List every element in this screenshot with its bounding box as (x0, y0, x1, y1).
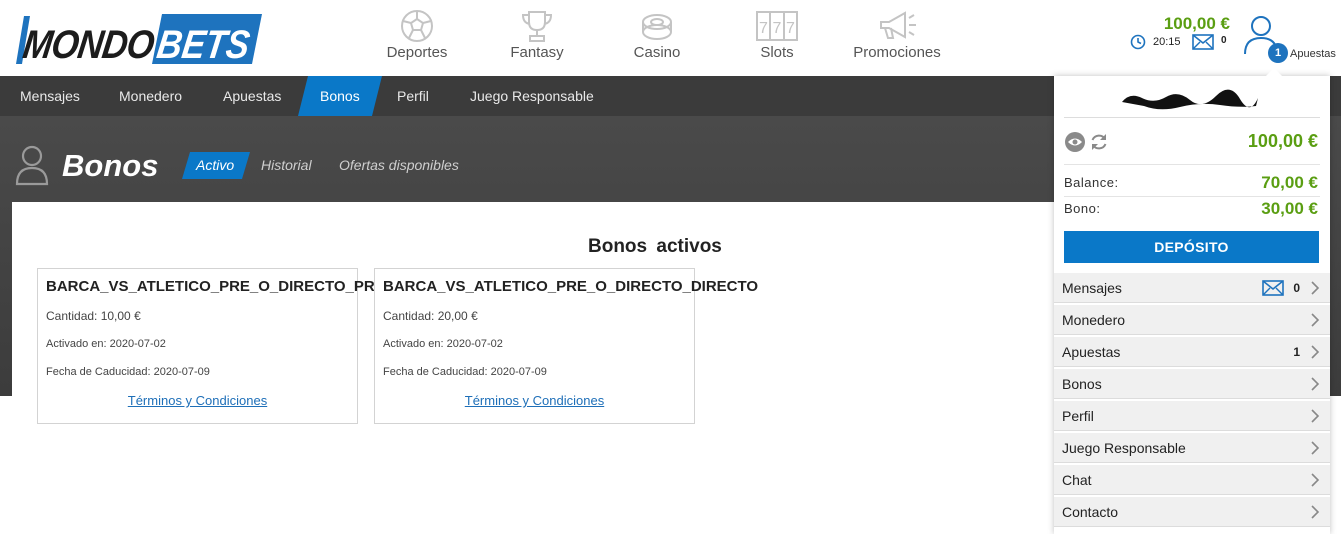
nav-casino-label: Casino (633, 44, 681, 61)
terms-link[interactable]: Términos y Condiciones (375, 393, 694, 408)
nav-fantasy-label: Fantasy (510, 44, 564, 61)
clock-icon (1130, 34, 1146, 50)
menu-item-count: 1 (1293, 345, 1300, 359)
messages-count: 0 (1221, 35, 1227, 46)
svg-text:MONDO: MONDO (20, 22, 157, 66)
subnav-mensajes[interactable]: Mensajes (20, 76, 80, 116)
tab-ofertas-disponibles[interactable]: Ofertas disponibles (339, 157, 459, 173)
subnav-juego-responsable[interactable]: Juego Responsable (470, 76, 594, 116)
menu-item-label: Contacto (1062, 504, 1119, 520)
nav-promociones-label: Promociones (853, 44, 941, 61)
dropdown-caret (1265, 68, 1283, 77)
bonus-expiry-date: Fecha de Caducidad: 2020-07-09 (383, 366, 547, 378)
chevron-right-icon (1311, 313, 1320, 327)
nav-deportes-label: Deportes (386, 44, 448, 61)
chevron-right-icon (1311, 473, 1320, 487)
balance-label: Balance: (1064, 175, 1119, 190)
nav-promociones[interactable]: Promociones (850, 8, 944, 70)
menu-item-contacto[interactable]: Contacto (1054, 496, 1330, 527)
subnav-perfil[interactable]: Perfil (397, 76, 429, 116)
eye-icon[interactable] (1064, 132, 1086, 152)
chevron-right-icon (1311, 441, 1320, 455)
menu-item-apuestas[interactable]: Apuestas 1 (1054, 336, 1330, 367)
user-icon (15, 145, 49, 186)
header-balance[interactable]: 100,00 € (1150, 14, 1230, 34)
tab-activo[interactable]: Activo (196, 157, 234, 173)
bonus-card: BARCA_VS_ATLETICO_PRE_O_DIRECTO_PRE Cant… (37, 268, 385, 424)
divider (1064, 196, 1320, 197)
chevron-right-icon (1311, 377, 1320, 391)
bonus-activated-date: Activado en: 2020-07-02 (46, 338, 166, 350)
menu-item-label: Juego Responsable (1062, 440, 1186, 456)
bonus-amount: Cantidad: 20,00 € (383, 309, 478, 323)
menu-item-bonos[interactable]: Bonos (1054, 368, 1330, 399)
menu-item-label: Mensajes (1062, 280, 1122, 296)
trophy-icon (521, 11, 553, 42)
mondobets-logo[interactable]: MONDO BETS (12, 12, 264, 66)
menu-item-monedero[interactable]: Monedero (1054, 304, 1330, 335)
bonus-name: BARCA_VS_ATLETICO_PRE_O_DIRECTO_DIRECTO (383, 278, 759, 295)
menu-item-mensajes[interactable]: Mensajes 0 (1054, 272, 1330, 303)
mail-icon[interactable] (1192, 34, 1214, 50)
mail-icon (1262, 280, 1284, 296)
clock-time: 20:15 (1153, 36, 1181, 48)
menu-item-label: Apuestas (1062, 344, 1121, 360)
chevron-right-icon (1311, 345, 1320, 359)
menu-item-juego-responsable[interactable]: Juego Responsable (1054, 432, 1330, 463)
divider (1064, 164, 1320, 165)
menu-item-label: Perfil (1062, 408, 1094, 424)
subnav-monedero[interactable]: Monedero (119, 76, 182, 116)
nav-fantasy[interactable]: Fantasy (504, 8, 570, 70)
bets-count-badge: 1 (1268, 43, 1288, 63)
balance-value: 70,00 € (1261, 173, 1318, 192)
svg-text:7: 7 (773, 20, 782, 37)
menu-item-count: 0 (1293, 281, 1300, 295)
nav-casino[interactable]: Casino (628, 8, 686, 70)
nav-deportes[interactable]: Deportes (380, 8, 454, 70)
subnav-bonos[interactable]: Bonos (320, 76, 360, 116)
slot-777-icon: 7 7 7 (756, 11, 798, 41)
section-title: Bonos activos (588, 236, 722, 257)
divider (1064, 117, 1320, 118)
svg-text:7: 7 (786, 20, 795, 37)
terms-link[interactable]: Términos y Condiciones (38, 393, 357, 408)
top-header: MONDO BETS Deportes Fantasy Casino 7 7 7… (0, 0, 1341, 76)
redacted-username (1122, 89, 1258, 110)
bonus-label: Bono: (1064, 201, 1101, 216)
menu-item-label: Chat (1062, 472, 1092, 488)
subnav-apuestas[interactable]: Apuestas (223, 76, 281, 116)
casino-chip-icon (642, 14, 672, 40)
chevron-right-icon (1311, 505, 1320, 519)
soccer-ball-icon (401, 10, 433, 42)
svg-text:7: 7 (759, 20, 768, 37)
menu-item-chat[interactable]: Chat (1054, 464, 1330, 495)
bonus-value: 30,00 € (1261, 199, 1318, 218)
refresh-icon[interactable] (1089, 132, 1109, 152)
megaphone-icon (880, 11, 916, 39)
chevron-right-icon (1311, 409, 1320, 423)
page-title: Bonos (62, 148, 159, 183)
bets-label[interactable]: Apuestas (1290, 48, 1336, 60)
menu-item-perfil[interactable]: Perfil (1054, 400, 1330, 431)
bonus-card: BARCA_VS_ATLETICO_PRE_O_DIRECTO_DIRECTO … (374, 268, 758, 424)
tab-historial[interactable]: Historial (261, 157, 312, 173)
bonus-activated-date: Activado en: 2020-07-02 (383, 338, 503, 350)
menu-item-label: Bonos (1062, 376, 1102, 392)
menu-item-label: Monedero (1062, 312, 1126, 328)
nav-slots[interactable]: 7 7 7 Slots (752, 8, 802, 70)
nav-slots-label: Slots (760, 44, 794, 61)
bonus-amount: Cantidad: 10,00 € (46, 309, 141, 323)
account-total: 100,00 € (1247, 131, 1318, 151)
bonus-expiry-date: Fecha de Caducidad: 2020-07-09 (46, 366, 210, 378)
chevron-right-icon (1311, 281, 1320, 295)
deposit-button[interactable]: DEPÓSITO (1064, 231, 1319, 263)
svg-text:BETS: BETS (154, 22, 252, 66)
